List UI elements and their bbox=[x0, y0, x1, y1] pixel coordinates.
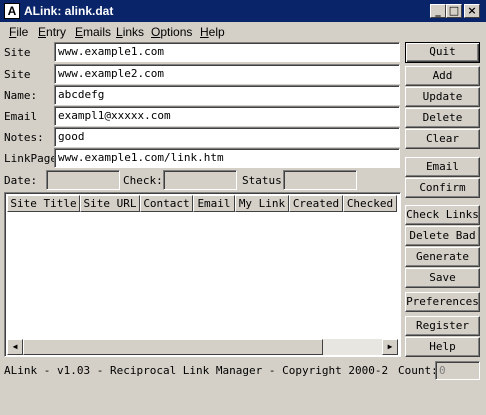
date-label: Date: bbox=[4, 174, 38, 187]
menu-help[interactable]: Help bbox=[200, 25, 225, 39]
column-created[interactable]: Created bbox=[289, 195, 343, 212]
column-my-link[interactable]: My Link bbox=[235, 195, 289, 212]
quit-button[interactable]: Quit bbox=[405, 42, 480, 63]
site2-input[interactable]: www.example2.com bbox=[54, 64, 400, 84]
column-site-title[interactable]: Site Title bbox=[7, 195, 80, 212]
column-checked[interactable]: Checked bbox=[343, 195, 397, 212]
add-button[interactable]: Add bbox=[405, 66, 480, 86]
delete-button[interactable]: Delete bbox=[405, 108, 480, 128]
maximize-button[interactable]: □ bbox=[446, 4, 462, 18]
save-button[interactable]: Save bbox=[405, 268, 480, 288]
site-input[interactable]: www.example1.com bbox=[54, 42, 400, 62]
clear-button[interactable]: Clear bbox=[405, 129, 480, 149]
minimize-button[interactable]: _ bbox=[430, 4, 446, 18]
arrow-right-icon: ▶ bbox=[387, 342, 393, 351]
count-field: 0 bbox=[435, 361, 480, 380]
scrollbar-thumb[interactable] bbox=[23, 339, 323, 355]
email-input[interactable]: exampl1@xxxxx.com bbox=[54, 106, 400, 126]
scroll-right-button[interactable]: ▶ bbox=[382, 339, 398, 355]
column-contact[interactable]: Contact bbox=[140, 195, 193, 212]
close-button[interactable]: × bbox=[464, 4, 480, 18]
confirm-button[interactable]: Confirm bbox=[405, 178, 480, 198]
window-title: ALink: alink.dat bbox=[24, 4, 114, 18]
horizontal-scrollbar[interactable]: ◀ ▶ bbox=[7, 339, 398, 355]
scroll-left-button[interactable]: ◀ bbox=[7, 339, 23, 355]
status-field bbox=[283, 170, 357, 190]
menu-links[interactable]: Links bbox=[116, 25, 144, 39]
notes-label: Notes: bbox=[4, 131, 44, 144]
name-label: Name: bbox=[4, 89, 38, 102]
close-icon: × bbox=[467, 4, 477, 17]
check-field bbox=[163, 170, 237, 190]
column-email[interactable]: Email bbox=[193, 195, 235, 212]
generate-button[interactable]: Generate bbox=[405, 247, 480, 267]
minimize-icon: _ bbox=[435, 4, 441, 17]
site-label: Site bbox=[4, 46, 31, 59]
site2-label: Site bbox=[4, 68, 31, 81]
name-input[interactable]: abcdefg bbox=[54, 85, 400, 105]
column-site-url[interactable]: Site URL bbox=[80, 195, 140, 212]
linkpage-input[interactable]: www.example1.com/link.htm bbox=[54, 148, 400, 168]
register-button[interactable]: Register bbox=[405, 316, 480, 336]
check-label: Check: bbox=[123, 174, 163, 187]
email-label: Email bbox=[4, 110, 38, 123]
update-button[interactable]: Update bbox=[405, 87, 480, 107]
menu-bar: File Entry Emails Links Options Help bbox=[0, 22, 486, 40]
status-label: Status bbox=[242, 174, 282, 187]
check-links-button[interactable]: Check Links bbox=[405, 205, 480, 225]
menu-emails[interactable]: Emails bbox=[75, 25, 111, 39]
menu-entry[interactable]: Entry bbox=[38, 25, 66, 39]
linkpage-label: LinkPage bbox=[4, 152, 57, 165]
preferences-button[interactable]: Preferences bbox=[405, 292, 480, 312]
status-bar-text: ALink - v1.03 - Reciprocal Link Manager … bbox=[4, 364, 389, 377]
menu-file[interactable]: File bbox=[9, 25, 28, 39]
app-icon[interactable]: A bbox=[4, 3, 20, 19]
delete-bad-button[interactable]: Delete Bad bbox=[405, 226, 480, 246]
date-field bbox=[46, 170, 120, 190]
maximize-icon: □ bbox=[448, 4, 460, 17]
arrow-left-icon: ◀ bbox=[12, 342, 18, 351]
notes-input[interactable]: good bbox=[54, 127, 400, 147]
links-list[interactable]: Site Title Site URL Contact Email My Lin… bbox=[4, 192, 401, 357]
menu-options[interactable]: Options bbox=[151, 25, 192, 39]
email-button[interactable]: Email bbox=[405, 157, 480, 177]
help-button[interactable]: Help bbox=[405, 337, 480, 357]
count-label: Count: bbox=[398, 364, 438, 377]
